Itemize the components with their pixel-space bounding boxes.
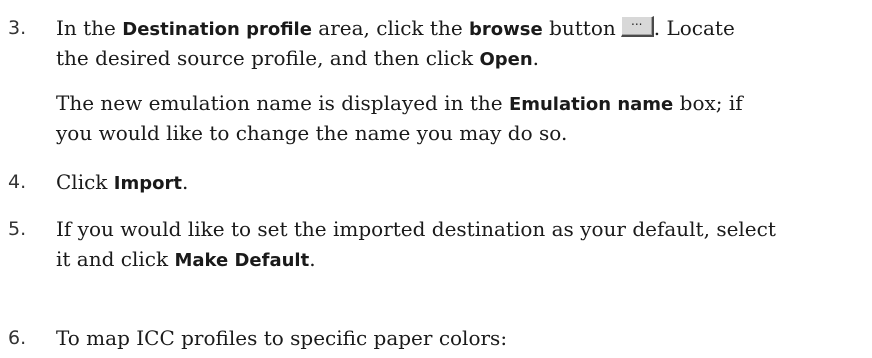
step-number: 4. bbox=[8, 171, 27, 193]
step-number: 5. bbox=[8, 218, 27, 240]
step-3-note-line-2: you would like to change the name you ma… bbox=[56, 118, 856, 148]
text-run: The new emulation name is displayed in t… bbox=[56, 91, 509, 115]
browse-button[interactable]: ... bbox=[620, 14, 654, 37]
text-run: . bbox=[532, 46, 540, 70]
ui-term-make-default: Make Default bbox=[174, 250, 310, 271]
text-run: box; if bbox=[673, 91, 743, 115]
ui-term-import: Import bbox=[113, 173, 182, 194]
text-run: it and click bbox=[56, 247, 175, 271]
step-5-line-1: If you would like to set the imported de… bbox=[56, 214, 856, 244]
document-page: 3. In the Destination profile area, clic… bbox=[0, 0, 872, 358]
text-run: If you would like to set the imported de… bbox=[56, 217, 776, 241]
text-run: . bbox=[309, 247, 316, 271]
text-run: Click bbox=[56, 170, 114, 194]
text-run: . Locate bbox=[653, 16, 735, 40]
step-number: 3. bbox=[8, 17, 27, 39]
text-run: you would like to change the name you ma… bbox=[56, 121, 568, 145]
step-6-line-1: To map ICC profiles to specific paper co… bbox=[56, 323, 856, 353]
ui-term-browse: browse bbox=[469, 19, 543, 40]
text-run: area, click the bbox=[311, 16, 470, 40]
ui-term-destination-profile: Destination profile bbox=[122, 19, 312, 40]
text-run: button bbox=[542, 16, 616, 40]
step-3-line-2: the desired source profile, and then cli… bbox=[56, 43, 856, 75]
step-5-line-2: it and click Make Default. bbox=[56, 244, 856, 276]
text-run: . bbox=[181, 170, 189, 194]
step-number: 6. bbox=[8, 327, 27, 349]
step-3-line-1: In the Destination profile area, click t… bbox=[56, 13, 856, 45]
ui-term-emulation-name: Emulation name bbox=[508, 94, 674, 115]
ui-term-open: Open bbox=[479, 49, 533, 70]
step-4-line-1: Click Import. bbox=[56, 167, 856, 199]
text-run: To map ICC profiles to specific paper co… bbox=[56, 326, 508, 350]
text-run: In the bbox=[56, 16, 123, 40]
step-3-note-line-1: The new emulation name is displayed in t… bbox=[56, 88, 856, 120]
ellipsis-icon: ... bbox=[631, 14, 643, 28]
text-run: the desired source profile, and then cli… bbox=[56, 46, 480, 70]
